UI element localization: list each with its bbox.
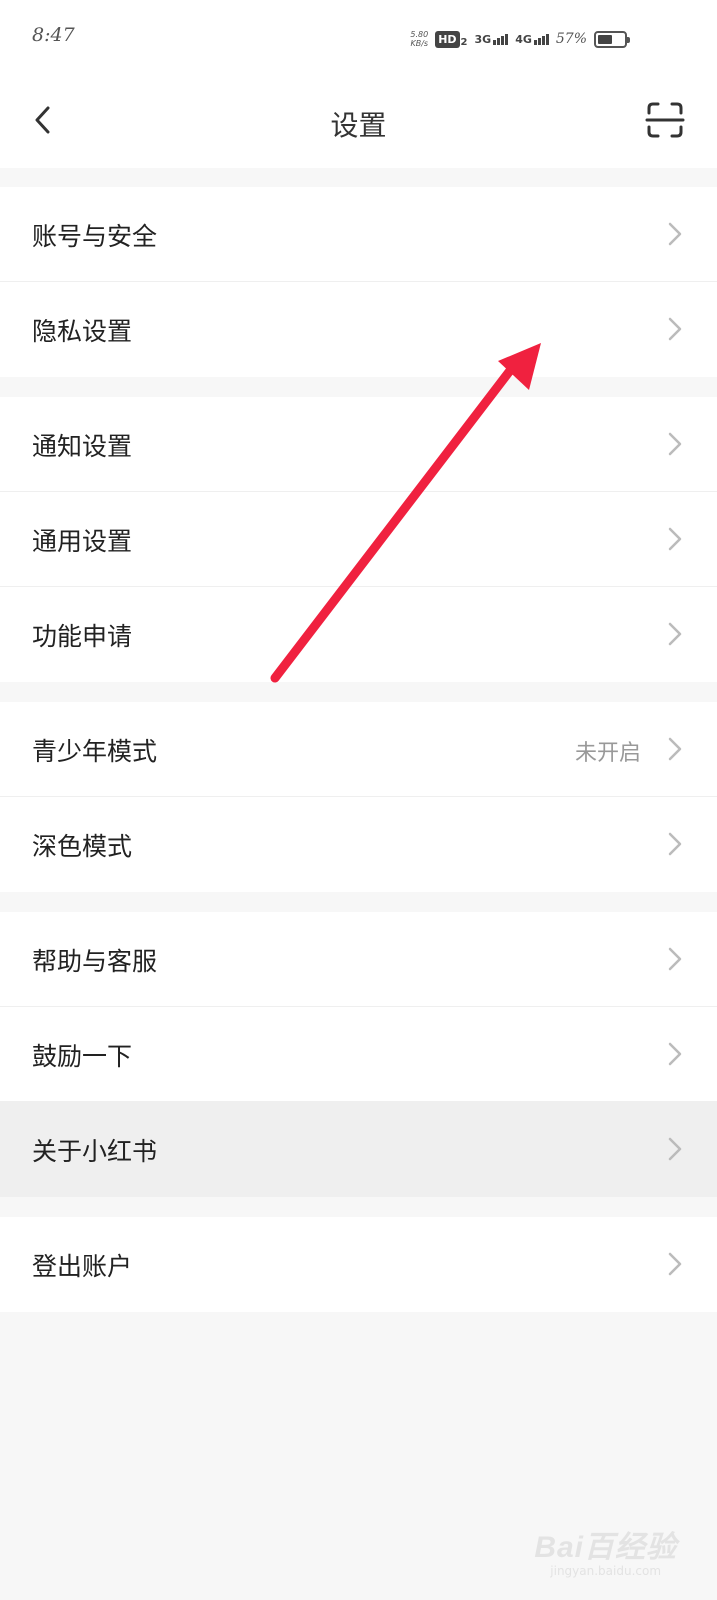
settings-item-dark-mode[interactable]: 深色模式 xyxy=(0,797,717,892)
chevron-right-icon xyxy=(668,1252,682,1276)
hd-icon: HD 2 xyxy=(435,30,468,48)
page-title: 设置 xyxy=(330,109,387,142)
chevron-right-icon xyxy=(668,1137,682,1161)
status-indicators: 5.80 KB/s HD 2 3G 4G 57% xyxy=(410,26,630,52)
watermark-url: jingyan.baidu.com xyxy=(550,1564,662,1578)
battery-icon xyxy=(594,30,630,48)
settings-item-label: 关于小红书 xyxy=(32,1137,158,1166)
settings-item-about[interactable]: 关于小红书 xyxy=(0,1102,717,1197)
baidu-watermark: Bai百经验 jingyan.baidu.com xyxy=(534,1522,677,1578)
settings-item-label: 隐私设置 xyxy=(32,317,133,346)
settings-item-label: 功能申请 xyxy=(32,622,133,651)
chevron-right-icon xyxy=(668,317,682,341)
battery-level xyxy=(598,34,613,44)
network-speed: 5.80 KB/s xyxy=(410,30,429,48)
chevron-right-icon xyxy=(668,222,682,246)
watermark-logo: Bai百经验 xyxy=(534,1531,677,1564)
chevron-right-icon xyxy=(668,527,682,551)
settings-item-label: 深色模式 xyxy=(32,832,133,861)
settings-item-label: 帮助与客服 xyxy=(32,947,158,976)
settings-item-account-security[interactable]: 账号与安全 xyxy=(0,187,717,282)
settings-group-general: 通知设置 通用设置 功能申请 xyxy=(0,397,717,682)
navigation-bar: 设置 xyxy=(0,78,717,168)
settings-item-help-support[interactable]: 帮助与客服 xyxy=(0,912,717,1007)
chevron-right-icon xyxy=(668,432,682,456)
scan-icon xyxy=(645,102,685,138)
settings-item-feature-request[interactable]: 功能申请 xyxy=(0,587,717,682)
settings-item-notifications[interactable]: 通知设置 xyxy=(0,397,717,492)
settings-group-account: 账号与安全 隐私设置 xyxy=(0,187,717,377)
settings-item-label: 登出账户 xyxy=(32,1252,133,1281)
chevron-right-icon xyxy=(668,832,682,856)
settings-group-support: 帮助与客服 鼓励一下 关于小红书 xyxy=(0,912,717,1197)
settings-item-label: 通知设置 xyxy=(32,432,133,461)
scan-button[interactable] xyxy=(643,98,687,142)
chevron-right-icon xyxy=(668,737,682,761)
settings-item-label: 账号与安全 xyxy=(32,222,158,251)
chevron-right-icon xyxy=(668,1042,682,1066)
status-time: 8:47 xyxy=(32,24,75,46)
status-bar: 8:47 5.80 KB/s HD 2 3G 4G 57% xyxy=(0,0,717,78)
signal-3g-icon: 3G xyxy=(475,33,509,45)
settings-item-encourage[interactable]: 鼓励一下 xyxy=(0,1007,717,1102)
youth-mode-status: 未开启 xyxy=(574,741,641,766)
chevron-right-icon xyxy=(668,622,682,646)
settings-item-label: 通用设置 xyxy=(32,527,133,556)
settings-item-label: 青少年模式 xyxy=(32,737,158,766)
settings-item-general[interactable]: 通用设置 xyxy=(0,492,717,587)
settings-item-privacy[interactable]: 隐私设置 xyxy=(0,282,717,377)
settings-item-label: 鼓励一下 xyxy=(32,1042,133,1071)
settings-group-logout: 登出账户 xyxy=(0,1217,717,1312)
signal-4g-icon: 4G xyxy=(515,33,549,45)
settings-item-youth-mode[interactable]: 青少年模式 未开启 xyxy=(0,702,717,797)
settings-item-logout[interactable]: 登出账户 xyxy=(0,1217,717,1312)
chevron-right-icon xyxy=(668,947,682,971)
battery-percent: 57% xyxy=(555,31,587,47)
settings-group-modes: 青少年模式 未开启 深色模式 xyxy=(0,702,717,892)
